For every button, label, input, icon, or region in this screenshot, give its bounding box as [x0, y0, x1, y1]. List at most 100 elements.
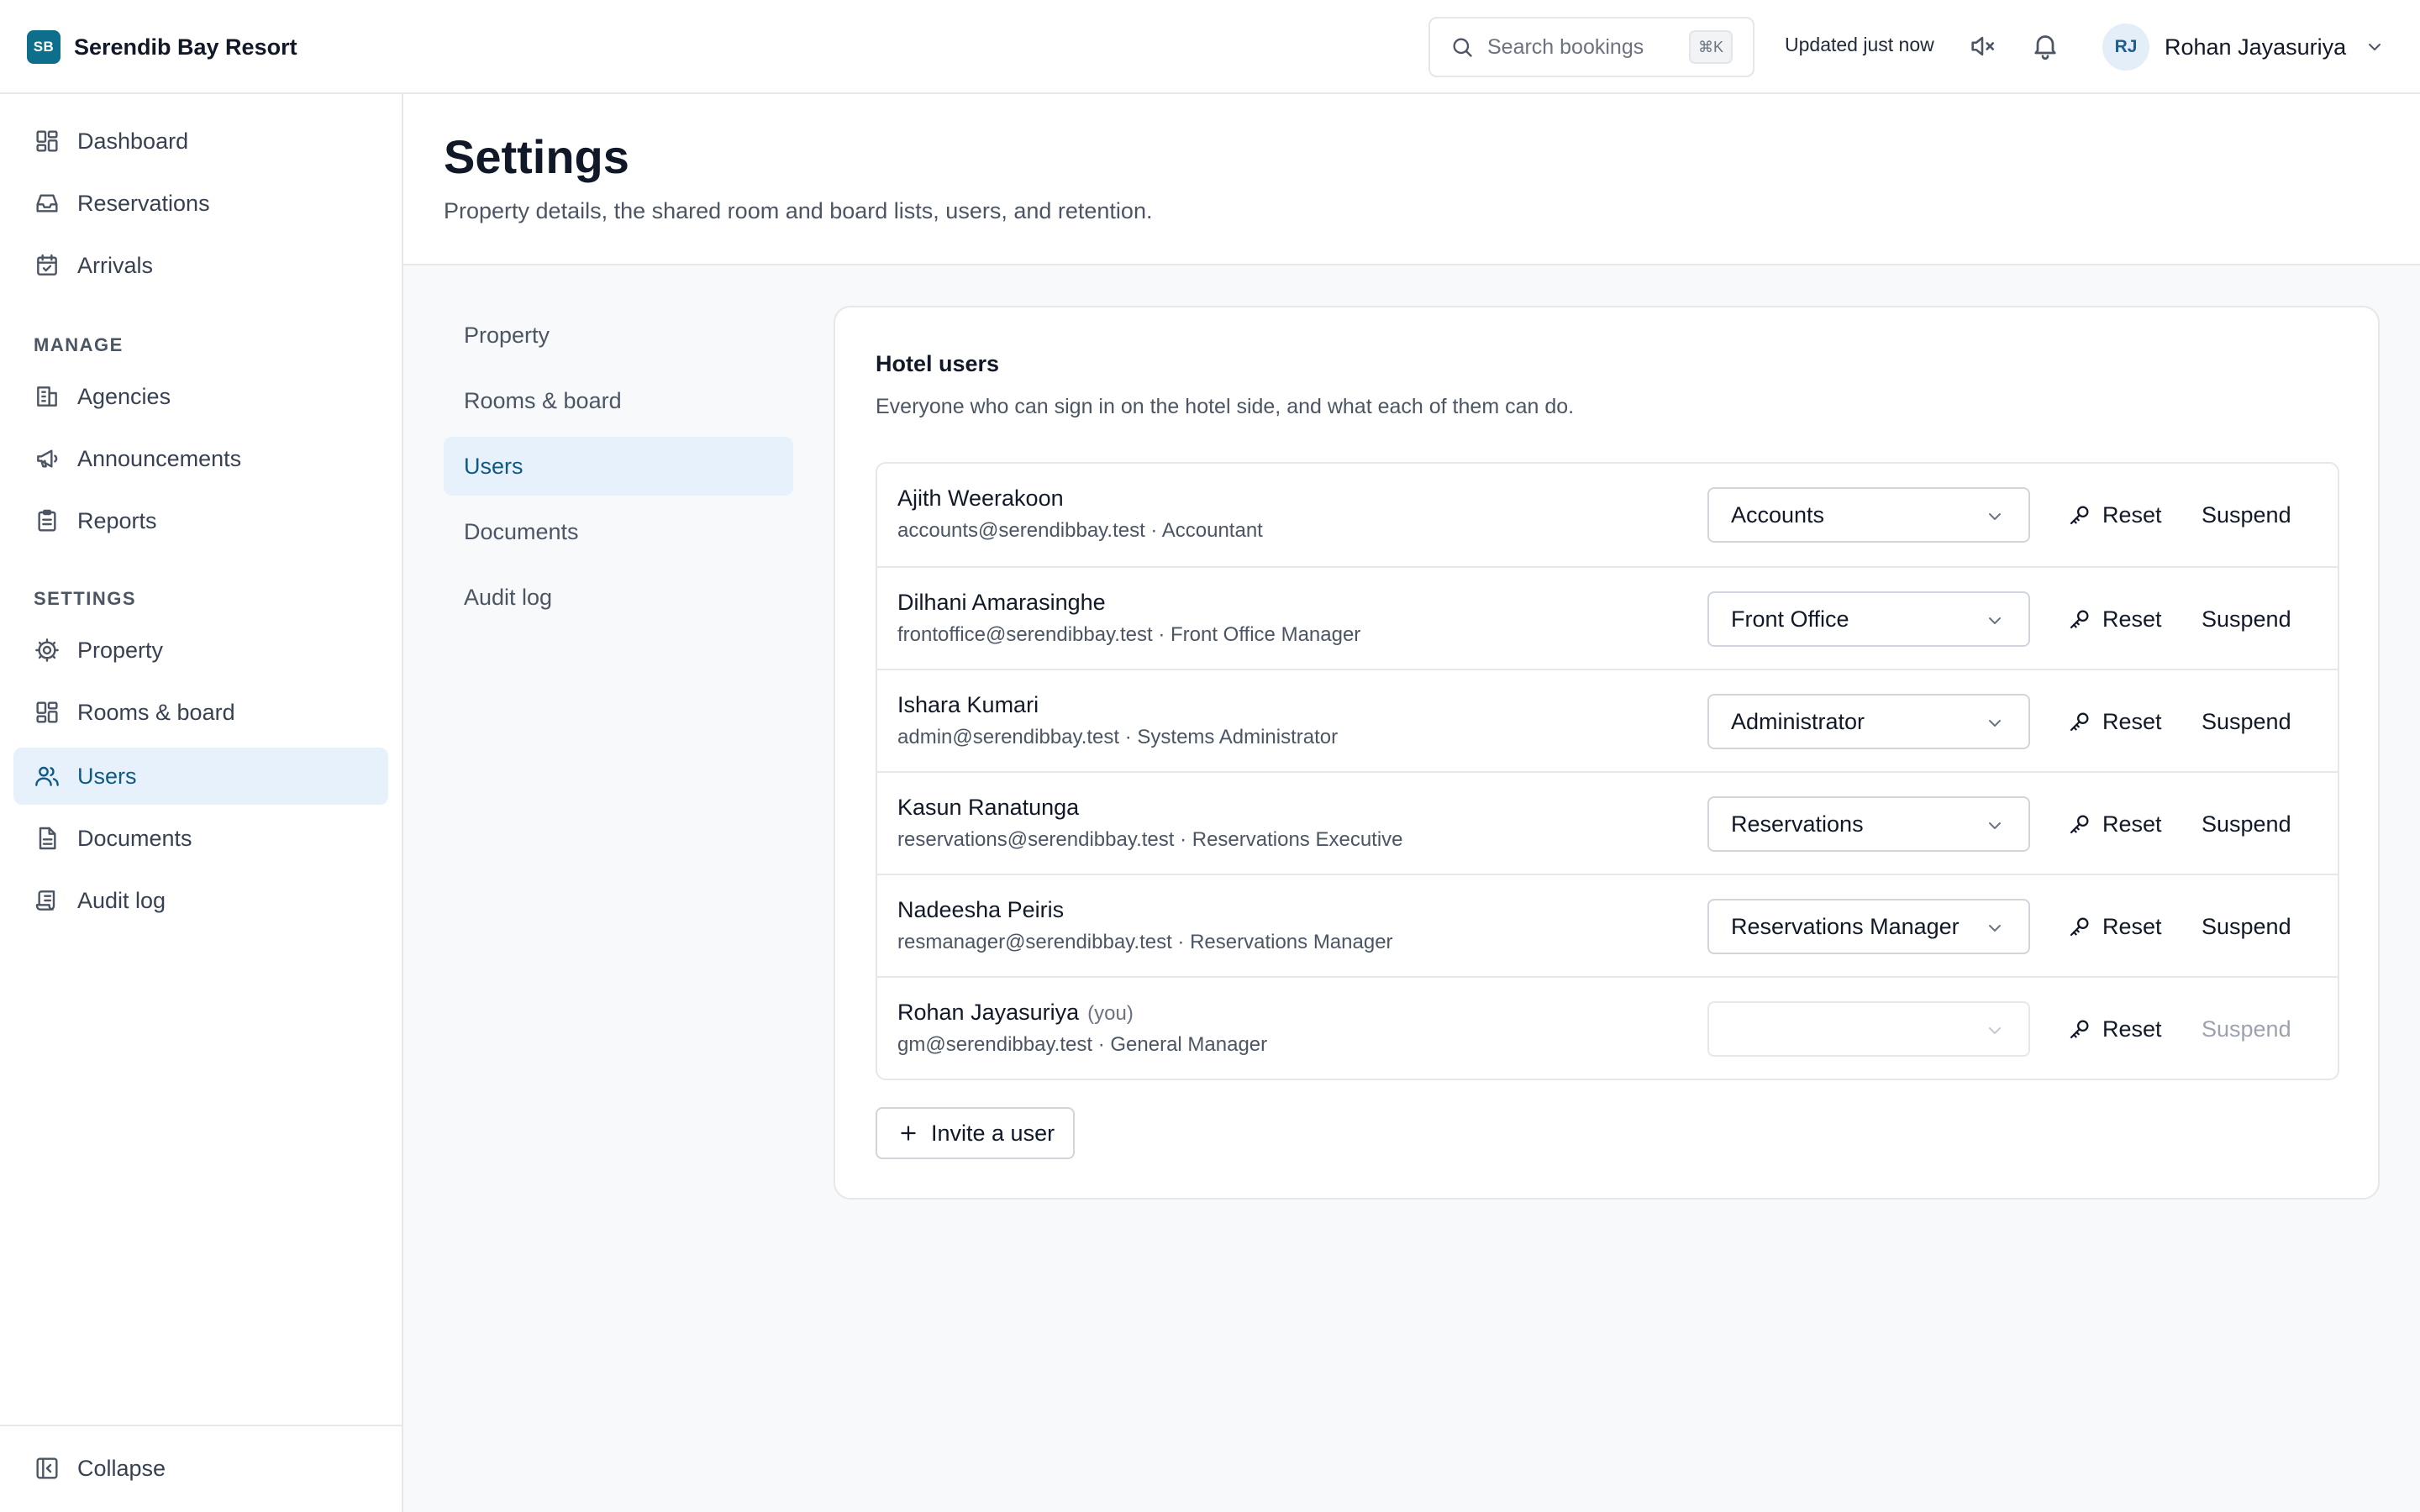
key-icon [2070, 610, 2089, 629]
dashboard-icon [36, 130, 58, 152]
reset-password-button[interactable]: Reset [2067, 494, 2162, 536]
sidebar-item-announcements[interactable]: Announcements [13, 430, 388, 487]
user-email-title: reservations@serendibbay.test · Reservat… [897, 828, 1403, 851]
sidebar-item-label: Agencies [77, 383, 171, 409]
gear-icon [35, 638, 59, 662]
sidebar-divider [0, 1425, 402, 1426]
subnav-documents[interactable]: Documents [444, 502, 793, 561]
role-select[interactable]: Administrator [1707, 694, 2030, 749]
user-email-title: frontoffice@serendibbay.test · Front Off… [897, 623, 1361, 646]
suspend-button[interactable]: Suspend [2202, 701, 2291, 743]
user-menu[interactable]: RJ Rohan Jayasuriya [2102, 24, 2385, 71]
sidebar-item-label: Arrivals [77, 252, 154, 278]
reset-password-button[interactable]: Reset [2067, 701, 2162, 743]
user-name: Rohan Jayasuriya [2165, 34, 2347, 60]
user-row: Nadeesha Peiris resmanager@serendibbay.t… [877, 874, 2338, 976]
user-row: Kasun Ranatunga reservations@serendibbay… [877, 771, 2338, 874]
collapse-icon [36, 1457, 58, 1479]
sidebar-item-reports[interactable]: Reports [13, 492, 388, 549]
collapse-sidebar-button[interactable]: Collapse [13, 1440, 388, 1497]
sidebar-item-label: Reports [77, 507, 157, 533]
page-header: Settings Property details, the shared ro… [403, 94, 2420, 265]
user-name: Rohan Jayasuriya (you) [897, 1000, 1134, 1025]
calendar-check-icon [37, 254, 57, 276]
role-select-disabled [1707, 1001, 2030, 1057]
sidebar-item-property[interactable]: Property [13, 622, 388, 679]
role-select[interactable]: Reservations [1707, 796, 2030, 852]
subnav-users[interactable]: Users [444, 437, 793, 496]
reset-password-button[interactable]: Reset [2067, 598, 2162, 640]
sidebar-item-label: Rooms & board [77, 699, 235, 725]
user-row: Dilhani Amarasinghe frontoffice@serendib… [877, 566, 2338, 669]
chevron-down-icon [1989, 720, 2001, 727]
sidebar-item-documents[interactable]: Documents [13, 810, 388, 867]
search-input[interactable]: Search bookings ⌘K [1428, 17, 1754, 77]
user-name: Kasun Ranatunga [897, 795, 1080, 820]
subnav-rooms-board[interactable]: Rooms & board [444, 371, 793, 430]
reset-label: Reset [2102, 913, 2162, 939]
subnav-label: Documents [464, 518, 579, 544]
user-row: Ajith Weerakoon accounts@serendibbay.tes… [877, 464, 2338, 566]
sidebar-item-label: Reservations [77, 190, 210, 216]
sidebar-item-dashboard[interactable]: Dashboard [13, 113, 388, 170]
reset-password-button[interactable]: Reset [2067, 803, 2162, 845]
brand[interactable]: SB Serendib Bay Resort [27, 29, 297, 66]
sidebar: Dashboard Reservations Arrivals MANAGE A… [0, 94, 403, 1512]
role-value: Reservations Manager [1731, 913, 1960, 939]
sidebar-item-arrivals[interactable]: Arrivals [13, 237, 388, 294]
key-icon [2070, 506, 2089, 525]
users-list: Ajith Weerakoon accounts@serendibbay.tes… [876, 462, 2339, 1080]
chevron-down-icon [1989, 925, 2001, 932]
user-email-title: accounts@serendibbay.test · Accountant [897, 519, 1263, 542]
key-icon [2070, 815, 2089, 834]
speaker-muted-icon [1971, 36, 1995, 56]
sidebar-item-agencies[interactable]: Agencies [13, 368, 388, 425]
notifications-button[interactable] [2030, 30, 2060, 60]
role-select[interactable]: Accounts [1707, 487, 2030, 543]
reset-label: Reset [2102, 708, 2162, 734]
reset-password-button[interactable]: Reset [2067, 906, 2162, 948]
chevron-down-icon [1989, 513, 2001, 520]
you-tag: (you) [1087, 1002, 1134, 1025]
role-select[interactable]: Reservations Manager [1707, 899, 2030, 954]
megaphone-icon [37, 449, 58, 468]
scroll-icon [35, 890, 55, 911]
page-title: Settings [444, 130, 629, 183]
role-value: Administrator [1731, 708, 1865, 734]
brand-name: Serendib Bay Resort [74, 34, 297, 60]
reset-label: Reset [2102, 606, 2162, 632]
sidebar-item-rooms-board[interactable]: Rooms & board [13, 684, 388, 741]
user-name: Dilhani Amarasinghe [897, 590, 1106, 615]
sidebar-item-label: Announcements [77, 445, 242, 471]
subnav-audit-log[interactable]: Audit log [444, 568, 793, 627]
subnav-label: Property [464, 322, 550, 348]
inbox-icon [36, 194, 58, 213]
plus-icon [901, 1126, 916, 1141]
suspend-button[interactable]: Suspend [2202, 494, 2291, 536]
hotel-users-card: Hotel users Everyone who can sign in on … [834, 306, 2380, 1200]
role-value: Reservations [1731, 811, 1864, 837]
subnav-property[interactable]: Property [444, 306, 793, 365]
card-title: Hotel users [876, 351, 1000, 376]
role-select[interactable]: Front Office [1707, 591, 2030, 647]
users-icon [35, 766, 59, 786]
clipboard-icon [38, 509, 56, 532]
sidebar-item-label: Documents [77, 825, 192, 851]
suspend-button[interactable]: Suspend [2202, 598, 2291, 640]
search-icon [1453, 38, 1472, 57]
sidebar-item-reservations[interactable]: Reservations [13, 175, 388, 232]
user-name: Ajith Weerakoon [897, 486, 1064, 511]
search-shortcut-badge: ⌘K [1689, 30, 1733, 64]
suspend-button[interactable]: Suspend [2202, 803, 2291, 845]
suspend-button[interactable]: Suspend [2202, 906, 2291, 948]
mute-button[interactable] [1968, 32, 1996, 60]
sidebar-item-audit-log[interactable]: Audit log [13, 872, 388, 929]
chevron-down-icon [1989, 617, 2001, 624]
sidebar-item-users[interactable]: Users [13, 748, 388, 805]
reset-password-button[interactable]: Reset [2067, 1008, 2162, 1050]
sidebar-item-label: Users [77, 763, 137, 789]
suspend-button-disabled: Suspend [2202, 1016, 2291, 1042]
avatar: RJ [2102, 24, 2149, 71]
invite-user-button[interactable]: Invite a user [876, 1107, 1076, 1159]
invite-label: Invite a user [931, 1120, 1055, 1146]
